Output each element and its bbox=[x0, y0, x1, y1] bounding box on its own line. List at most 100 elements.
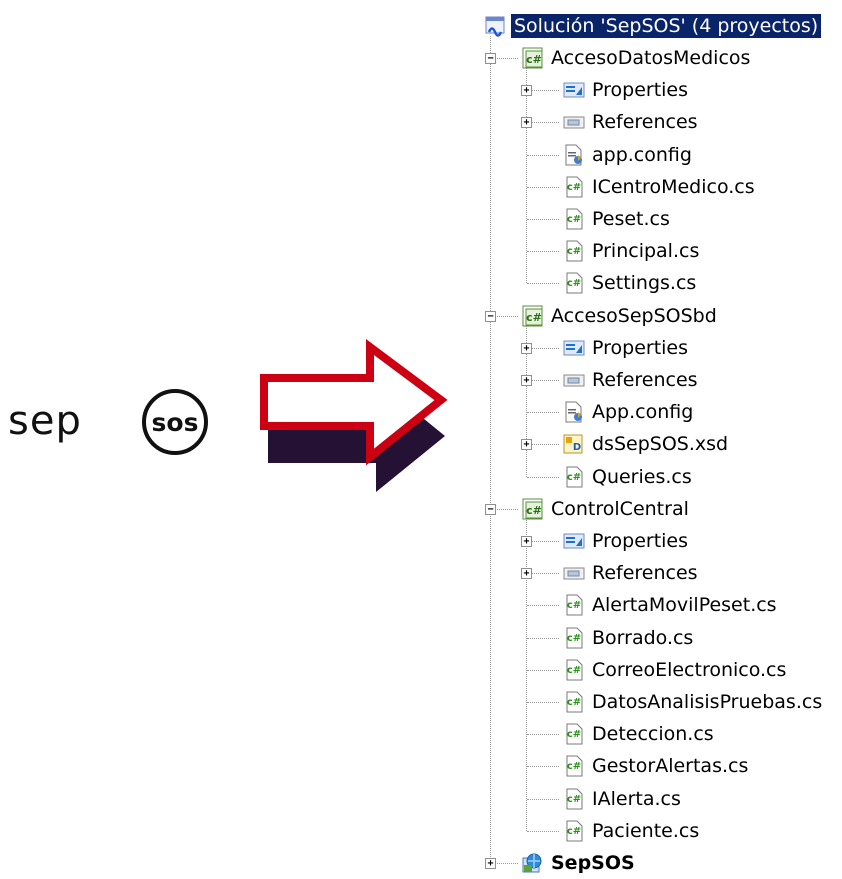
svg-text:c#: c# bbox=[526, 504, 542, 517]
expand-toggle-icon[interactable]: + bbox=[521, 342, 532, 354]
expand-toggle-icon[interactable]: + bbox=[521, 568, 532, 580]
tree-item-label: CorreoElectronico.cs bbox=[592, 658, 787, 681]
tree-item-controlcentral[interactable]: c# ControlCentral bbox=[522, 493, 692, 525]
tree-item-queries-cs[interactable]: c# Queries.cs bbox=[563, 461, 695, 493]
tree-branch-line bbox=[527, 154, 559, 156]
collapse-toggle-icon[interactable]: − bbox=[485, 503, 496, 515]
csharp-file-icon: c# bbox=[566, 659, 583, 681]
tree-item-gestoralertas-cs[interactable]: c# GestorAlertas.cs bbox=[563, 750, 751, 782]
svg-text:c#: c# bbox=[567, 182, 581, 193]
tree-item-alertamovilpeset-cs[interactable]: c# AlertaMovilPeset.cs bbox=[563, 589, 780, 621]
tree-item-app-config[interactable]: App.config bbox=[563, 396, 696, 428]
tree-item-label: Queries.cs bbox=[592, 465, 692, 488]
csharp-project-icon: c# bbox=[522, 47, 543, 69]
references-icon bbox=[563, 116, 585, 129]
csharp-file-icon: c# bbox=[566, 820, 583, 842]
tree-item-label: References bbox=[592, 111, 698, 134]
tree-item-label: ICentroMedico.cs bbox=[592, 175, 755, 198]
tree-item-properties[interactable]: Properties bbox=[563, 525, 691, 557]
tree-item-accesosepsosbd[interactable]: c# AccesoSepSOSbd bbox=[522, 300, 720, 332]
svg-text:c#: c# bbox=[567, 761, 581, 772]
tree-item-settings-cs[interactable]: c# Settings.cs bbox=[563, 267, 699, 299]
tree-item-label: IAlerta.cs bbox=[592, 787, 681, 810]
expand-toggle-icon[interactable]: + bbox=[485, 858, 496, 869]
expand-toggle-icon[interactable]: + bbox=[521, 85, 532, 97]
tree-item-references[interactable]: References bbox=[563, 364, 701, 396]
tree-branch-line bbox=[527, 219, 559, 220]
tree-item-deteccion-cs[interactable]: c# Deteccion.cs bbox=[563, 718, 717, 750]
tree-item-icentromedico-cs[interactable]: c# ICentroMedico.cs bbox=[563, 171, 758, 203]
tree-item-borrado-cs[interactable]: c# Borrado.cs bbox=[563, 622, 696, 654]
tree-branch-line bbox=[527, 669, 559, 671]
tree-item-label: Principal.cs bbox=[592, 240, 700, 263]
csharp-file-icon: c# bbox=[566, 208, 583, 230]
tree-item-datosanalisispruebas-cs[interactable]: c# DatosAnalisisPruebas.cs bbox=[563, 686, 825, 718]
tree-item-ialerta-cs[interactable]: c# IAlerta.cs bbox=[563, 783, 684, 815]
tree-item-label: Properties bbox=[592, 79, 689, 102]
svg-text:c#: c# bbox=[567, 472, 581, 483]
tree-item-label: Properties bbox=[592, 530, 689, 552]
tree-guide-line bbox=[526, 514, 527, 831]
config-file-icon bbox=[565, 144, 582, 166]
svg-text:D: D bbox=[573, 442, 581, 453]
tree-branch-line bbox=[527, 186, 559, 188]
expand-toggle-icon[interactable]: + bbox=[521, 117, 532, 129]
tree-item-paciente-cs[interactable]: c# Paciente.cs bbox=[563, 815, 702, 847]
tree-item-label: ControlCentral bbox=[551, 497, 689, 520]
svg-text:c#: c# bbox=[526, 53, 542, 66]
expand-toggle-icon[interactable]: + bbox=[521, 375, 532, 386]
tree-item-label: References bbox=[592, 369, 698, 391]
tree-branch-line bbox=[527, 283, 559, 285]
tree-branch-line bbox=[527, 766, 559, 768]
tree-branch-line bbox=[527, 798, 559, 800]
tree-item-peset-cs[interactable]: c# Peset.cs bbox=[563, 203, 673, 235]
csharp-file-icon: c# bbox=[566, 755, 583, 777]
references-icon bbox=[563, 374, 585, 387]
csharp-file-icon: c# bbox=[566, 723, 583, 745]
collapse-toggle-icon[interactable]: − bbox=[485, 53, 496, 64]
tree-item-correoelectronico-cs[interactable]: c# CorreoElectronico.cs bbox=[563, 654, 789, 686]
properties-icon bbox=[563, 82, 585, 98]
tree-item-app-config[interactable]: app.config bbox=[563, 139, 695, 171]
config-file-icon bbox=[565, 401, 582, 423]
collapse-toggle-icon[interactable]: − bbox=[485, 310, 496, 322]
svg-text:c#: c# bbox=[567, 600, 581, 611]
svg-text:c#: c# bbox=[567, 697, 581, 708]
tree-item-sepsos[interactable]: SepSOS bbox=[522, 847, 638, 879]
solution-explorer-tree: Solución 'SepSOS' (4 proyectos) − c# Acces… bbox=[0, 0, 842, 874]
svg-text:c#: c# bbox=[567, 729, 581, 740]
tree-item-references[interactable]: References bbox=[563, 557, 701, 589]
tree-item-properties[interactable]: Properties bbox=[563, 74, 691, 106]
dataset-icon: D bbox=[563, 434, 583, 454]
tree-item-label: Paciente.cs bbox=[592, 819, 700, 842]
svg-text:c#: c# bbox=[526, 311, 542, 324]
svg-text:c#: c# bbox=[567, 633, 581, 644]
tree-item-label: app.config bbox=[592, 143, 692, 166]
tree-item-accesodatosmedicos[interactable]: c# AccesoDatosMedicos bbox=[522, 42, 753, 74]
csharp-file-icon: c# bbox=[566, 272, 583, 294]
svg-text:c#: c# bbox=[567, 665, 581, 676]
tree-branch-line bbox=[527, 605, 559, 607]
svg-text:c#: c# bbox=[567, 246, 581, 257]
tree-branch-line bbox=[527, 476, 559, 478]
tree-item-properties[interactable]: Properties bbox=[563, 332, 691, 364]
csharp-file-icon: c# bbox=[566, 466, 583, 488]
svg-text:c#: c# bbox=[567, 214, 581, 225]
tree-branch-line bbox=[527, 734, 559, 736]
tree-item-references[interactable]: References bbox=[563, 106, 701, 138]
references-icon bbox=[563, 567, 585, 580]
tree-item-label: Properties bbox=[592, 336, 689, 359]
tree-item-dssepsos-xsd[interactable]: DdsSepSOS.xsd bbox=[563, 428, 731, 460]
csharp-project-icon: c# bbox=[522, 305, 543, 327]
expand-toggle-icon[interactable]: + bbox=[521, 536, 532, 547]
tree-item-principal-cs[interactable]: c# Principal.cs bbox=[563, 235, 702, 267]
tree-item-label: AccesoSepSOSbd bbox=[551, 304, 717, 327]
tree-guide-line bbox=[490, 36, 491, 863]
tree-item-label: DatosAnalisisPruebas.cs bbox=[592, 691, 823, 713]
csharp-file-icon: c# bbox=[566, 788, 583, 810]
tree-branch-line bbox=[527, 637, 559, 639]
tree-branch-line bbox=[527, 251, 559, 253]
expand-toggle-icon[interactable]: + bbox=[521, 439, 532, 451]
solution-root[interactable]: Solución 'SepSOS' (4 proyectos) bbox=[485, 10, 822, 42]
csharp-project-icon: c# bbox=[522, 498, 543, 520]
